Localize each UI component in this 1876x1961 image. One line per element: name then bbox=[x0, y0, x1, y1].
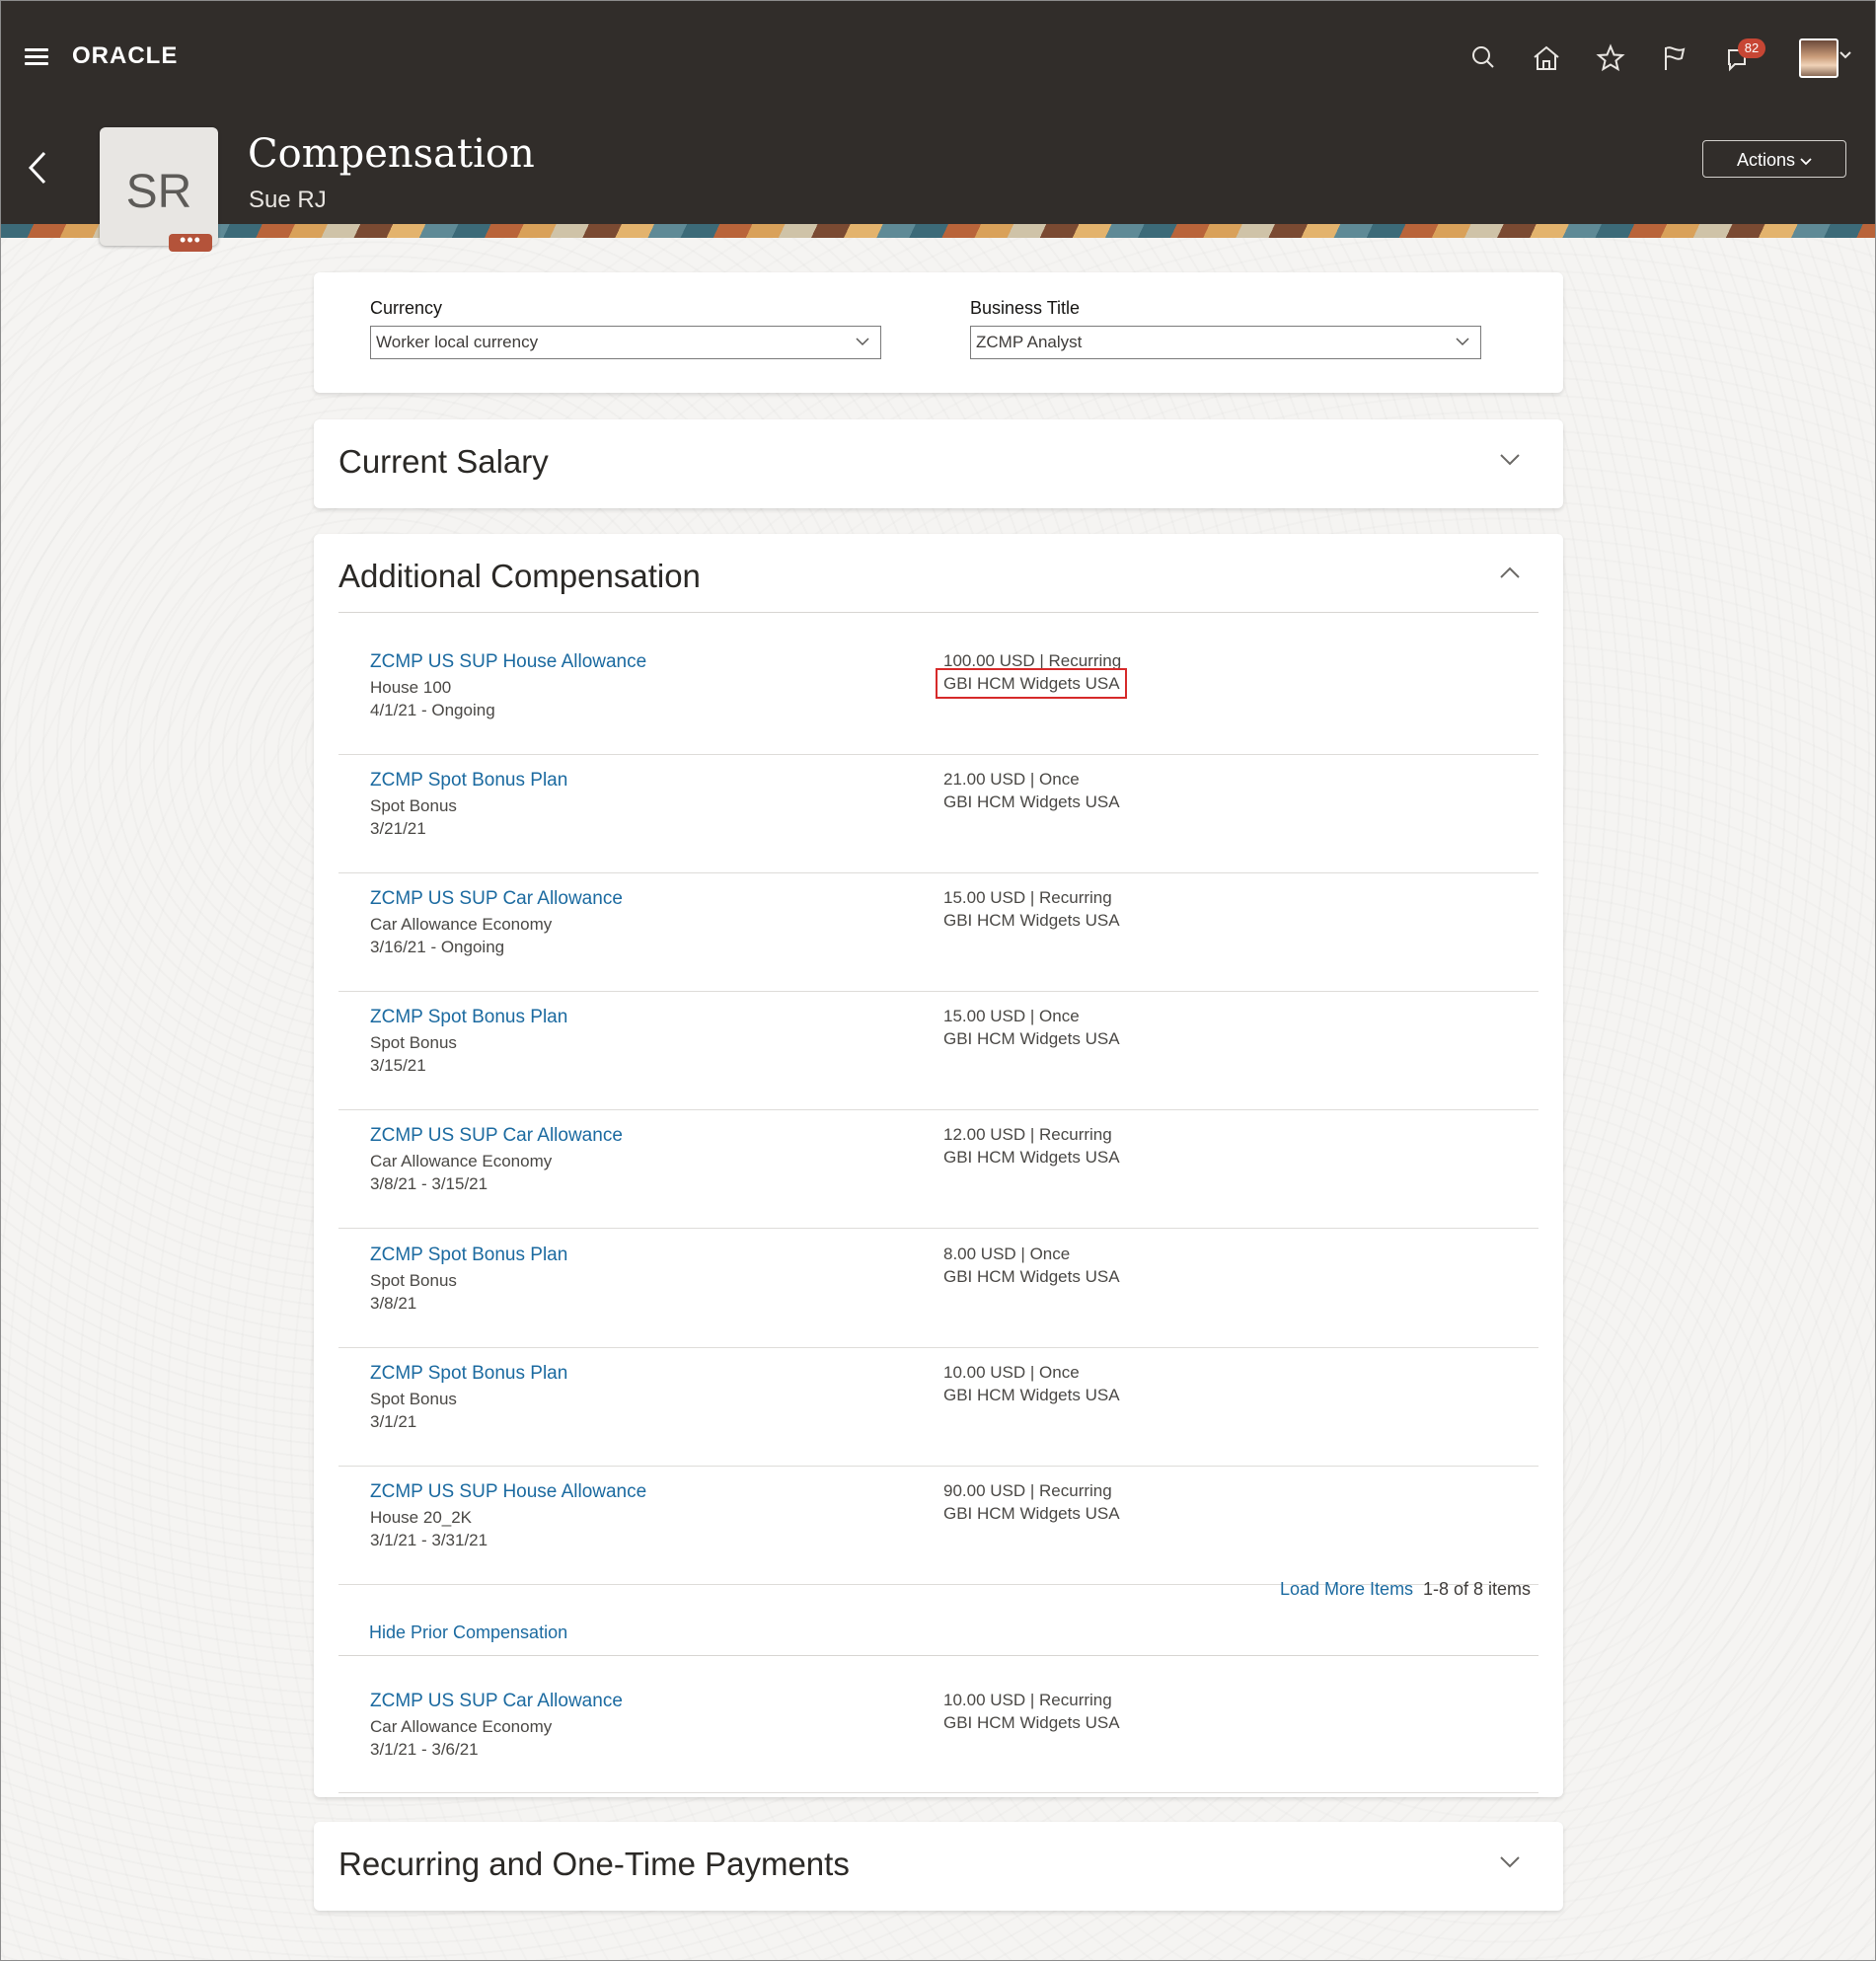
plan-link[interactable]: ZCMP US SUP House Allowance bbox=[370, 651, 646, 673]
menu-icon[interactable] bbox=[25, 48, 48, 66]
person-initials: SR bbox=[125, 166, 192, 218]
plan-detail: Spot Bonus bbox=[370, 1390, 457, 1408]
plan-dates: 3/1/21 - 3/6/21 bbox=[370, 1740, 479, 1759]
section-divider bbox=[338, 1655, 1538, 1656]
recurring-payments-title: Recurring and One-Time Payments bbox=[338, 1846, 850, 1882]
plan-detail: House 100 bbox=[370, 678, 452, 697]
chevron-down-icon bbox=[856, 338, 869, 346]
plan-amount: 12.00 USD | Recurring bbox=[943, 1125, 1112, 1144]
items-count: 1-8 of 8 items bbox=[1423, 1579, 1532, 1599]
plan-link[interactable]: ZCMP US SUP Car Allowance bbox=[370, 1125, 623, 1147]
chevron-down-icon[interactable] bbox=[1498, 449, 1522, 469]
list-item[interactable]: ZCMP Spot Bonus Plan Spot Bonus 3/8/21 8… bbox=[338, 1244, 1538, 1348]
chevron-down-icon[interactable] bbox=[1498, 1851, 1522, 1871]
current-salary-card[interactable]: Current Salary bbox=[314, 419, 1563, 508]
plan-dates: 3/16/21 - Ongoing bbox=[370, 938, 505, 956]
plan-link[interactable]: ZCMP US SUP Car Allowance bbox=[370, 1691, 623, 1712]
chevron-down-icon[interactable] bbox=[1838, 50, 1852, 60]
list-item[interactable]: ZCMP Spot Bonus Plan Spot Bonus 3/15/21 … bbox=[338, 1007, 1538, 1110]
chevron-down-icon bbox=[1456, 338, 1469, 346]
hide-prior-link[interactable]: Hide Prior Compensation bbox=[369, 1622, 567, 1643]
business-title-select[interactable]: ZCMP Analyst bbox=[970, 326, 1481, 359]
plan-link[interactable]: ZCMP US SUP House Allowance bbox=[370, 1481, 646, 1503]
list-item[interactable]: ZCMP US SUP House Allowance House 100 4/… bbox=[338, 651, 1538, 755]
search-icon[interactable] bbox=[1463, 38, 1503, 78]
actions-button[interactable]: Actions bbox=[1702, 140, 1846, 178]
plan-org: GBI HCM Widgets USA bbox=[943, 1504, 1120, 1523]
person-name: Sue RJ bbox=[249, 187, 327, 213]
plan-detail: House 20_2K bbox=[370, 1508, 473, 1527]
plan-detail: Spot Bonus bbox=[370, 1033, 457, 1052]
decorative-banner bbox=[1, 224, 1875, 238]
recurring-payments-card[interactable]: Recurring and One-Time Payments bbox=[314, 1822, 1563, 1911]
actions-label: Actions bbox=[1736, 150, 1795, 170]
plan-link[interactable]: ZCMP Spot Bonus Plan bbox=[370, 1363, 567, 1385]
plan-detail: Spot Bonus bbox=[370, 796, 457, 815]
business-title-value: ZCMP Analyst bbox=[976, 333, 1083, 351]
back-icon[interactable] bbox=[25, 147, 52, 190]
plan-dates: 3/8/21 - 3/15/21 bbox=[370, 1174, 488, 1193]
additional-compensation-card: Additional Compensation ZCMP US SUP Hous… bbox=[314, 534, 1563, 1797]
plan-detail: Car Allowance Economy bbox=[370, 915, 553, 934]
list-item[interactable]: ZCMP Spot Bonus Plan Spot Bonus 3/1/21 1… bbox=[338, 1363, 1538, 1467]
plan-link[interactable]: ZCMP US SUP Car Allowance bbox=[370, 888, 623, 910]
chevron-up-icon[interactable] bbox=[1498, 564, 1522, 583]
currency-label: Currency bbox=[370, 298, 443, 318]
plan-org: GBI HCM Widgets USA bbox=[943, 1148, 1120, 1167]
plan-detail: Car Allowance Economy bbox=[370, 1717, 553, 1736]
chevron-down-icon bbox=[1800, 158, 1812, 166]
plan-detail: Car Allowance Economy bbox=[370, 1152, 553, 1170]
plan-amount: 15.00 USD | Recurring bbox=[943, 888, 1112, 907]
currency-value: Worker local currency bbox=[376, 333, 539, 351]
plan-link[interactable]: ZCMP Spot Bonus Plan bbox=[370, 770, 567, 792]
filters-card: Currency Worker local currency Business … bbox=[314, 272, 1563, 393]
person-tile: SR ••• bbox=[100, 127, 218, 252]
user-avatar[interactable] bbox=[1799, 38, 1838, 78]
star-icon[interactable] bbox=[1591, 38, 1630, 78]
list-item[interactable]: ZCMP US SUP House Allowance House 20_2K … bbox=[338, 1481, 1538, 1585]
business-title-label: Business Title bbox=[970, 298, 1081, 318]
more-button[interactable]: ••• bbox=[169, 231, 212, 252]
plan-org: GBI HCM Widgets USA bbox=[943, 792, 1120, 811]
list-item[interactable]: ZCMP US SUP Car Allowance Car Allowance … bbox=[338, 888, 1538, 992]
home-icon[interactable] bbox=[1527, 38, 1566, 78]
plan-org: GBI HCM Widgets USA bbox=[943, 1386, 1120, 1404]
app-frame: ORACLE 82 SR ••• Compensation Sue RJ Act… bbox=[0, 0, 1876, 1961]
plan-amount: 8.00 USD | Once bbox=[943, 1244, 1071, 1263]
plan-dates: 3/1/21 - 3/31/21 bbox=[370, 1531, 488, 1549]
plan-org: GBI HCM Widgets USA bbox=[943, 911, 1120, 930]
page-title: Compensation bbox=[248, 131, 535, 177]
plan-org: GBI HCM Widgets USA bbox=[943, 1267, 1120, 1286]
plan-amount: 10.00 USD | Once bbox=[943, 1363, 1080, 1382]
list-item[interactable]: ZCMP US SUP Car Allowance Car Allowance … bbox=[338, 1125, 1538, 1229]
load-more-link[interactable]: Load More Items bbox=[1280, 1579, 1413, 1600]
plan-amount: 90.00 USD | Recurring bbox=[943, 1481, 1112, 1500]
list-item[interactable]: ZCMP US SUP Car Allowance Car Allowance … bbox=[338, 1691, 1538, 1793]
highlight-box bbox=[936, 668, 1127, 699]
plan-dates: 3/8/21 bbox=[370, 1294, 417, 1313]
plan-amount: 15.00 USD | Once bbox=[943, 1007, 1080, 1025]
currency-select[interactable]: Worker local currency bbox=[370, 326, 881, 359]
current-salary-title: Current Salary bbox=[338, 443, 549, 480]
plan-org: GBI HCM Widgets USA bbox=[943, 1713, 1120, 1732]
list-item[interactable]: ZCMP Spot Bonus Plan Spot Bonus 3/21/21 … bbox=[338, 770, 1538, 873]
flag-icon[interactable] bbox=[1654, 38, 1693, 78]
plan-dates: 3/21/21 bbox=[370, 819, 426, 838]
plan-link[interactable]: ZCMP Spot Bonus Plan bbox=[370, 1244, 567, 1266]
plan-detail: Spot Bonus bbox=[370, 1271, 457, 1290]
section-divider bbox=[338, 612, 1538, 613]
plan-dates: 4/1/21 - Ongoing bbox=[370, 701, 495, 719]
plan-org: GBI HCM Widgets USA bbox=[943, 1029, 1120, 1048]
plan-dates: 3/1/21 bbox=[370, 1412, 417, 1431]
plan-amount: 21.00 USD | Once bbox=[943, 770, 1080, 789]
oracle-logo: ORACLE bbox=[72, 42, 179, 69]
additional-compensation-title: Additional Compensation bbox=[338, 558, 701, 594]
plan-link[interactable]: ZCMP Spot Bonus Plan bbox=[370, 1007, 567, 1028]
plan-amount: 10.00 USD | Recurring bbox=[943, 1691, 1112, 1709]
plan-dates: 3/15/21 bbox=[370, 1056, 426, 1075]
notification-badge: 82 bbox=[1738, 38, 1765, 58]
